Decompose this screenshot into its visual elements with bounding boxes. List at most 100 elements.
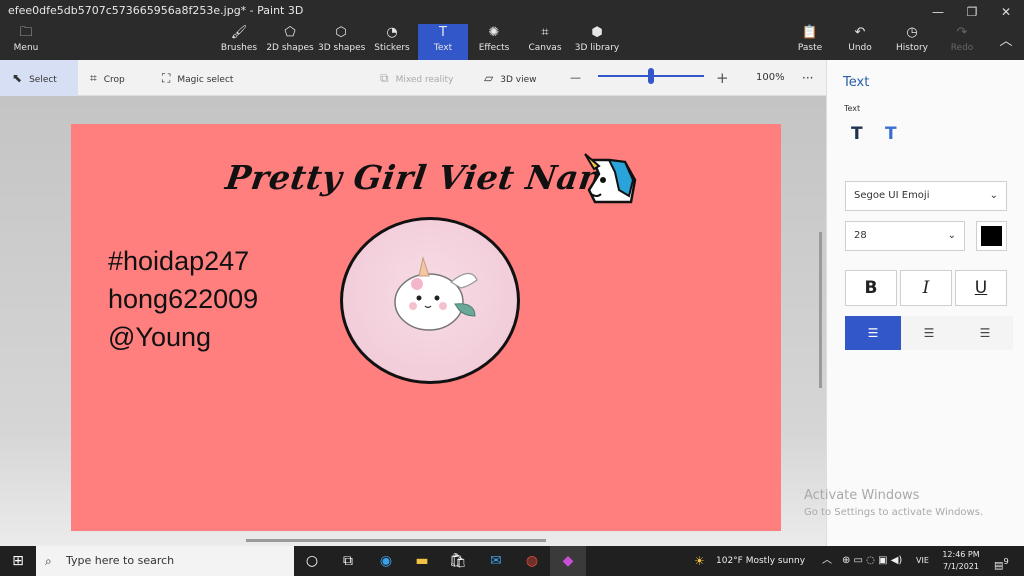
- clock-time: 12:46 PM: [942, 550, 980, 559]
- align-center-icon: ☰: [923, 326, 935, 340]
- tool-canvas[interactable]: ⌗ Canvas: [526, 24, 564, 60]
- canvas-text-line[interactable]: #hoidap247: [108, 246, 249, 277]
- file-explorer-taskbar-button[interactable]: ▬: [404, 546, 440, 576]
- zoom-out-button[interactable]: —: [570, 60, 581, 96]
- action-label: Redo: [950, 43, 974, 53]
- store-icon: 🛍: [449, 553, 467, 569]
- paste-button[interactable]: 📋 Paste: [794, 24, 826, 60]
- redo-button[interactable]: ↷ Redo: [946, 24, 978, 60]
- weather-text[interactable]: 102°F Mostly sunny: [716, 546, 805, 576]
- task-view-icon: ⧉: [343, 553, 353, 569]
- underline-button[interactable]: U: [955, 270, 1007, 306]
- clock[interactable]: 12:46 PM 7/1/2021: [942, 549, 980, 576]
- folder-icon: ▬: [415, 553, 429, 569]
- magic-select-icon: ⛶: [162, 71, 171, 85]
- tool-effects[interactable]: ✺ Effects: [476, 24, 512, 60]
- tool-label: Text: [433, 43, 453, 53]
- collapse-ribbon-button[interactable]: ︿: [994, 24, 1018, 60]
- color-picker[interactable]: [976, 221, 1007, 251]
- search-icon: ⌕: [45, 554, 52, 568]
- chrome-taskbar-button[interactable]: ◍: [514, 546, 550, 576]
- zoom-slider-thumb[interactable]: [648, 68, 654, 84]
- canvas[interactable]: Pretty Girl Viet Nam #hoidap247 hong6220…: [71, 124, 781, 531]
- brush-icon: 🖌: [230, 25, 248, 40]
- canvas-text-line[interactable]: @Young: [108, 322, 211, 353]
- align-right-button[interactable]: ☰: [957, 316, 1013, 350]
- effects-icon: ✺: [488, 25, 500, 40]
- system-tray-icons[interactable]: ⊕ ▭ ◌ ▣ ◀): [842, 546, 902, 576]
- chrome-icon: ◍: [525, 553, 539, 569]
- italic-button[interactable]: I: [900, 270, 952, 306]
- font-family-dropdown[interactable]: Segoe UI Emoji ⌄: [845, 181, 1007, 211]
- tool-brushes[interactable]: 🖌 Brushes: [220, 24, 258, 60]
- tool-label: Stickers: [374, 43, 410, 53]
- tool-label: Canvas: [528, 43, 562, 53]
- circle-photo[interactable]: [340, 217, 520, 384]
- shapes-2d-icon: ⬠: [284, 25, 296, 40]
- unicorn-icon[interactable]: [579, 150, 639, 208]
- tool-text[interactable]: T Text: [418, 24, 468, 60]
- vertical-scrollbar[interactable]: [819, 232, 822, 388]
- 3d-text-tool-icon[interactable]: T: [885, 124, 897, 144]
- font-family-value: Segoe UI Emoji: [854, 190, 930, 201]
- mixed-reality-button[interactable]: ⧉ Mixed reality: [380, 60, 453, 96]
- magic-select-button[interactable]: ⛶ Magic select: [162, 60, 233, 96]
- cortana-icon: ○: [305, 553, 319, 569]
- magic-select-label: Magic select: [177, 75, 234, 85]
- undo-button[interactable]: ↶ Undo: [844, 24, 876, 60]
- tool-label: 3D shapes: [318, 43, 366, 53]
- menu-button[interactable]: 🗀 Menu: [6, 24, 46, 60]
- 3d-view-button[interactable]: ▱ 3D view: [484, 60, 536, 96]
- paint3d-taskbar-button[interactable]: ◆: [550, 546, 586, 576]
- paint3d-icon: ◆: [562, 553, 574, 569]
- minimize-button[interactable]: —: [922, 0, 954, 24]
- select-button[interactable]: ⬉ Select: [0, 60, 78, 96]
- taskbar-search[interactable]: ⌕ Type here to search: [36, 546, 294, 576]
- zoom-in-button[interactable]: +: [716, 60, 729, 96]
- horizontal-scrollbar[interactable]: [246, 539, 546, 542]
- align-left-button[interactable]: ☰: [845, 316, 901, 350]
- tool-3d-shapes[interactable]: ⬡ 3D shapes: [318, 24, 366, 60]
- maximize-button[interactable]: ❐: [956, 0, 988, 24]
- more-options-button[interactable]: ···: [802, 60, 813, 96]
- crop-button[interactable]: ⌗ Crop: [90, 60, 125, 96]
- search-placeholder: Type here to search: [66, 554, 175, 567]
- crop-label: Crop: [103, 75, 125, 85]
- cursor-icon: ⬉: [12, 71, 23, 85]
- align-center-button[interactable]: ☰: [901, 316, 957, 350]
- close-button[interactable]: ✕: [990, 0, 1022, 24]
- align-right-icon: ☰: [979, 326, 991, 340]
- store-taskbar-button[interactable]: 🛍: [440, 546, 476, 576]
- tool-3d-library[interactable]: ⬢ 3D library: [574, 24, 620, 60]
- chevron-up-icon[interactable]: ︿: [822, 546, 832, 576]
- start-button[interactable]: ⊞: [0, 546, 36, 576]
- plain-text-tool-icon[interactable]: T: [851, 124, 863, 144]
- tool-2d-shapes[interactable]: ⬠ 2D shapes: [266, 24, 314, 60]
- mixed-reality-label: Mixed reality: [395, 75, 454, 85]
- tool-stickers[interactable]: ◔ Stickers: [372, 24, 412, 60]
- color-swatch: [981, 226, 1002, 246]
- notification-count: 9: [1003, 556, 1009, 566]
- canvas-text-line[interactable]: hong622009: [108, 284, 258, 315]
- select-label: Select: [29, 75, 57, 85]
- language-indicator[interactable]: VIE: [916, 546, 929, 576]
- font-size-dropdown[interactable]: 28 ⌄: [845, 221, 965, 251]
- activation-watermark-title: Activate Windows: [804, 488, 920, 503]
- tool-label: 2D shapes: [266, 43, 314, 53]
- title-bar: efee0dfe5db5707c573665956a8f253e.jpg* - …: [0, 0, 1024, 60]
- notifications-button[interactable]: ▤9: [994, 546, 1009, 576]
- window-title: efee0dfe5db5707c573665956a8f253e.jpg* - …: [8, 4, 304, 17]
- cortana-button[interactable]: ○: [294, 546, 330, 576]
- bold-button[interactable]: B: [845, 270, 897, 306]
- mail-taskbar-button[interactable]: ✉: [478, 546, 514, 576]
- canvas-icon: ⌗: [541, 25, 549, 40]
- clock-date: 7/1/2021: [943, 562, 979, 571]
- canvas-title-text[interactable]: Pretty Girl Viet Nam: [223, 158, 617, 197]
- redo-icon: ↷: [956, 25, 968, 40]
- task-view-button[interactable]: ⧉: [330, 546, 366, 576]
- history-button[interactable]: ◷ History: [894, 24, 930, 60]
- zoom-level[interactable]: 100%: [756, 60, 785, 96]
- 3d-library-icon: ⬢: [591, 25, 603, 40]
- edge-taskbar-button[interactable]: ◉: [368, 546, 404, 576]
- folder-icon: 🗀: [19, 25, 33, 40]
